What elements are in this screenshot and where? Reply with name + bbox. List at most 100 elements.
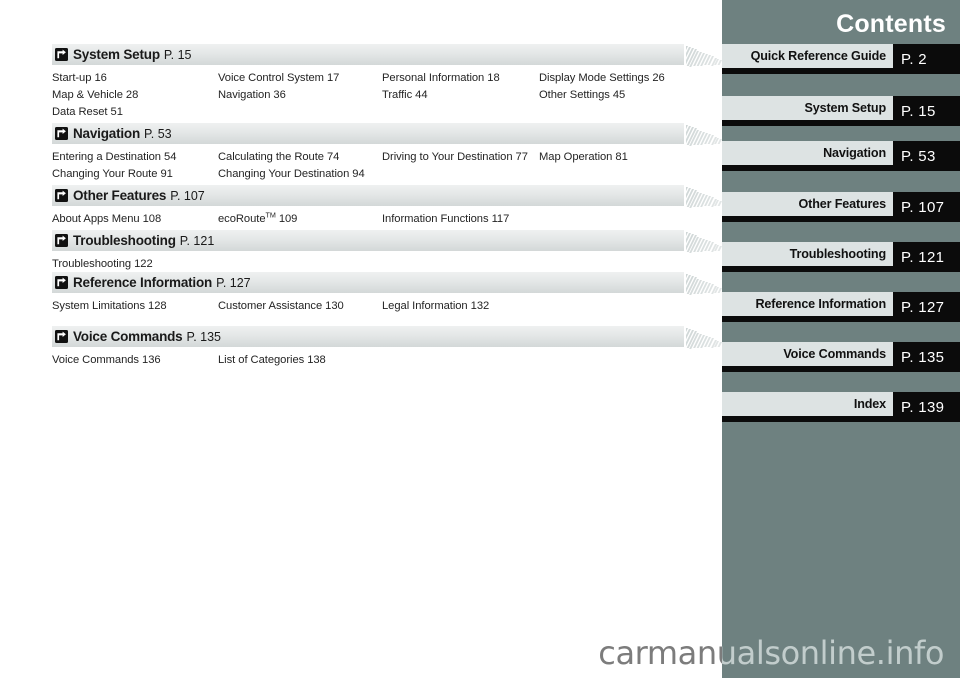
- section-header[interactable]: Troubleshooting P. 121: [52, 230, 684, 251]
- section-entry-grid: Start-up 16 Voice Control System 17 Person…: [52, 70, 720, 121]
- sidebar-tab-page-box[interactable]: P. 121: [893, 242, 960, 272]
- section-title: Troubleshooting: [73, 232, 176, 248]
- contents-entry-page: 109: [275, 213, 298, 225]
- tab-shadow: [722, 316, 893, 322]
- sidebar-tab-page-box[interactable]: P. 127: [893, 292, 960, 322]
- contents-entry[interactable]: Voice Commands 136: [52, 352, 161, 369]
- arrow-jump-icon: [55, 189, 68, 202]
- sidebar-tab-label: Index: [853, 397, 886, 411]
- contents-entry[interactable]: Information Functions 117: [382, 211, 509, 228]
- tab-shadow: [722, 266, 893, 272]
- contents-entry[interactable]: Changing Your Route 91: [52, 166, 173, 183]
- tab-shadow: [722, 120, 893, 126]
- contents-entry[interactable]: Driving to Your Destination 77: [382, 149, 528, 166]
- entry-row: Changing Your Route 91 Changing Your Dest…: [52, 166, 720, 183]
- sidebar-tab-page-ref: P. 107: [901, 198, 945, 216]
- sidebar-tab[interactable]: Troubleshooting P. 121: [722, 242, 960, 272]
- contents-entry[interactable]: Changing Your Destination 94: [218, 166, 365, 183]
- decorative-stripes: [686, 183, 726, 213]
- trademark-mark: TM: [265, 210, 276, 220]
- entry-row: Voice Commands 136 List of Categories 138: [52, 352, 720, 369]
- contents-entry[interactable]: Other Settings 45: [539, 87, 625, 104]
- contents-section: Troubleshooting P. 121 Troubleshooting 122: [52, 230, 723, 273]
- sidebar-tab-page-box[interactable]: P. 107: [893, 192, 960, 222]
- sidebar-tab[interactable]: Quick Reference Guide P. 2: [722, 44, 960, 74]
- entry-row: System Limitations 128 Customer Assistanc…: [52, 298, 720, 315]
- section-header[interactable]: Reference Information P. 127: [52, 272, 684, 293]
- sidebar-tab-page-box[interactable]: P. 15: [893, 96, 960, 126]
- section-header[interactable]: Navigation P. 53: [52, 123, 684, 144]
- section-header[interactable]: Voice Commands P. 135: [52, 326, 684, 347]
- contents-entry[interactable]: Data Reset 51: [52, 104, 123, 121]
- sidebar-tab-page-ref: P. 127: [901, 298, 945, 316]
- contents-entry[interactable]: About Apps Menu 108: [52, 211, 161, 228]
- contents-entry[interactable]: System Limitations 128: [52, 298, 167, 315]
- sidebar-tab-page-ref: P. 139: [901, 398, 945, 416]
- sidebar-tab-label: Voice Commands: [783, 347, 886, 361]
- sidebar-tab[interactable]: System Setup P. 15: [722, 96, 960, 126]
- section-page-ref: P. 135: [186, 329, 222, 344]
- sidebar-tab-label-box[interactable]: Navigation: [722, 141, 893, 165]
- entry-row: Entering a Destination 54 Calculating the…: [52, 149, 720, 166]
- contents-entry[interactable]: Personal Information 18: [382, 70, 500, 87]
- sidebar-tab[interactable]: Voice Commands P. 135: [722, 342, 960, 372]
- sidebar-tab-page-ref: P. 121: [901, 248, 945, 266]
- sidebar-tab-label-box[interactable]: System Setup: [722, 96, 893, 120]
- sidebar-tab-label: Navigation: [823, 146, 886, 160]
- contents-entry[interactable]: Entering a Destination 54: [52, 149, 176, 166]
- sidebar-tab[interactable]: Navigation P. 53: [722, 141, 960, 171]
- contents-entry[interactable]: Map & Vehicle 28: [52, 87, 138, 104]
- sidebar-tab-label-box[interactable]: Quick Reference Guide: [722, 44, 893, 68]
- sidebar-tab-label: Other Features: [798, 197, 887, 211]
- contents-entry[interactable]: Traffic 44: [382, 87, 428, 104]
- sidebar-tab-page-ref: P. 2: [901, 50, 927, 68]
- sidebar-tab-page-box[interactable]: P. 2: [893, 44, 960, 74]
- contents-entry[interactable]: Troubleshooting 122: [52, 256, 153, 273]
- section-title: Other Features: [73, 187, 167, 203]
- decorative-stripes: [686, 228, 726, 258]
- contents-entry[interactable]: Start-up 16: [52, 70, 107, 87]
- contents-list-column: System Setup P. 15 Start-up 16 Voice Contro…: [0, 0, 723, 678]
- sidebar-tab-page-box[interactable]: P. 139: [893, 392, 960, 422]
- contents-entry[interactable]: List of Categories 138: [218, 352, 326, 369]
- sidebar-tab-label-box[interactable]: Other Features: [722, 192, 893, 216]
- arrow-jump-icon: [55, 276, 68, 289]
- section-header[interactable]: System Setup P. 15: [52, 44, 684, 65]
- sidebar-tab-page-ref: P. 135: [901, 348, 945, 366]
- section-header[interactable]: Other Features P. 107: [52, 185, 684, 206]
- contents-entry[interactable]: Display Mode Settings 26: [539, 70, 665, 87]
- contents-entry-label: ecoRoute: [218, 213, 266, 225]
- sidebar-tab-label-box[interactable]: Reference Information: [722, 292, 893, 316]
- decorative-stripes: [686, 324, 726, 354]
- contents-entry[interactable]: Voice Control System 17: [218, 70, 339, 87]
- page-title: Contents: [836, 10, 946, 38]
- arrow-jump-icon: [55, 330, 68, 343]
- section-title: Reference Information: [73, 274, 213, 290]
- sidebar-tab[interactable]: Other Features P. 107: [722, 192, 960, 222]
- decorative-stripes: [686, 270, 726, 300]
- arrow-jump-icon: [55, 48, 68, 61]
- contents-entry[interactable]: Legal Information 132: [382, 298, 489, 315]
- tab-shadow: [722, 68, 893, 74]
- contents-entry[interactable]: Customer Assistance 130: [218, 298, 344, 315]
- entry-row: About Apps Menu 108 ecoRouteTM 109 Informa…: [52, 211, 720, 228]
- sidebar-tab-label-box[interactable]: Troubleshooting: [722, 242, 893, 266]
- contents-entry[interactable]: ecoRouteTM 109: [218, 211, 297, 228]
- sidebar-tab[interactable]: Index P. 139: [722, 392, 960, 422]
- tab-shadow: [722, 366, 893, 372]
- contents-entry[interactable]: Navigation 36: [218, 87, 286, 104]
- entry-row: Troubleshooting 122: [52, 256, 720, 273]
- section-title: Voice Commands: [73, 328, 183, 344]
- contents-entry[interactable]: Map Operation 81: [539, 149, 628, 166]
- sidebar-tab-page-box[interactable]: P. 135: [893, 342, 960, 372]
- sidebar-tab-label-box[interactable]: Voice Commands: [722, 342, 893, 366]
- contents-section: Voice Commands P. 135 Voice Commands 136 Li…: [52, 326, 723, 369]
- decorative-stripes: [686, 121, 726, 151]
- contents-entry[interactable]: Calculating the Route 74: [218, 149, 339, 166]
- section-entry-grid: Entering a Destination 54 Calculating the…: [52, 149, 720, 183]
- sidebar-tab-page-box[interactable]: P. 53: [893, 141, 960, 171]
- sidebar-tab-label-box[interactable]: Index: [722, 392, 893, 416]
- arrow-jump-icon: [55, 127, 68, 140]
- sidebar-tab[interactable]: Reference Information P. 127: [722, 292, 960, 322]
- sidebar-tab-label: Reference Information: [755, 297, 886, 311]
